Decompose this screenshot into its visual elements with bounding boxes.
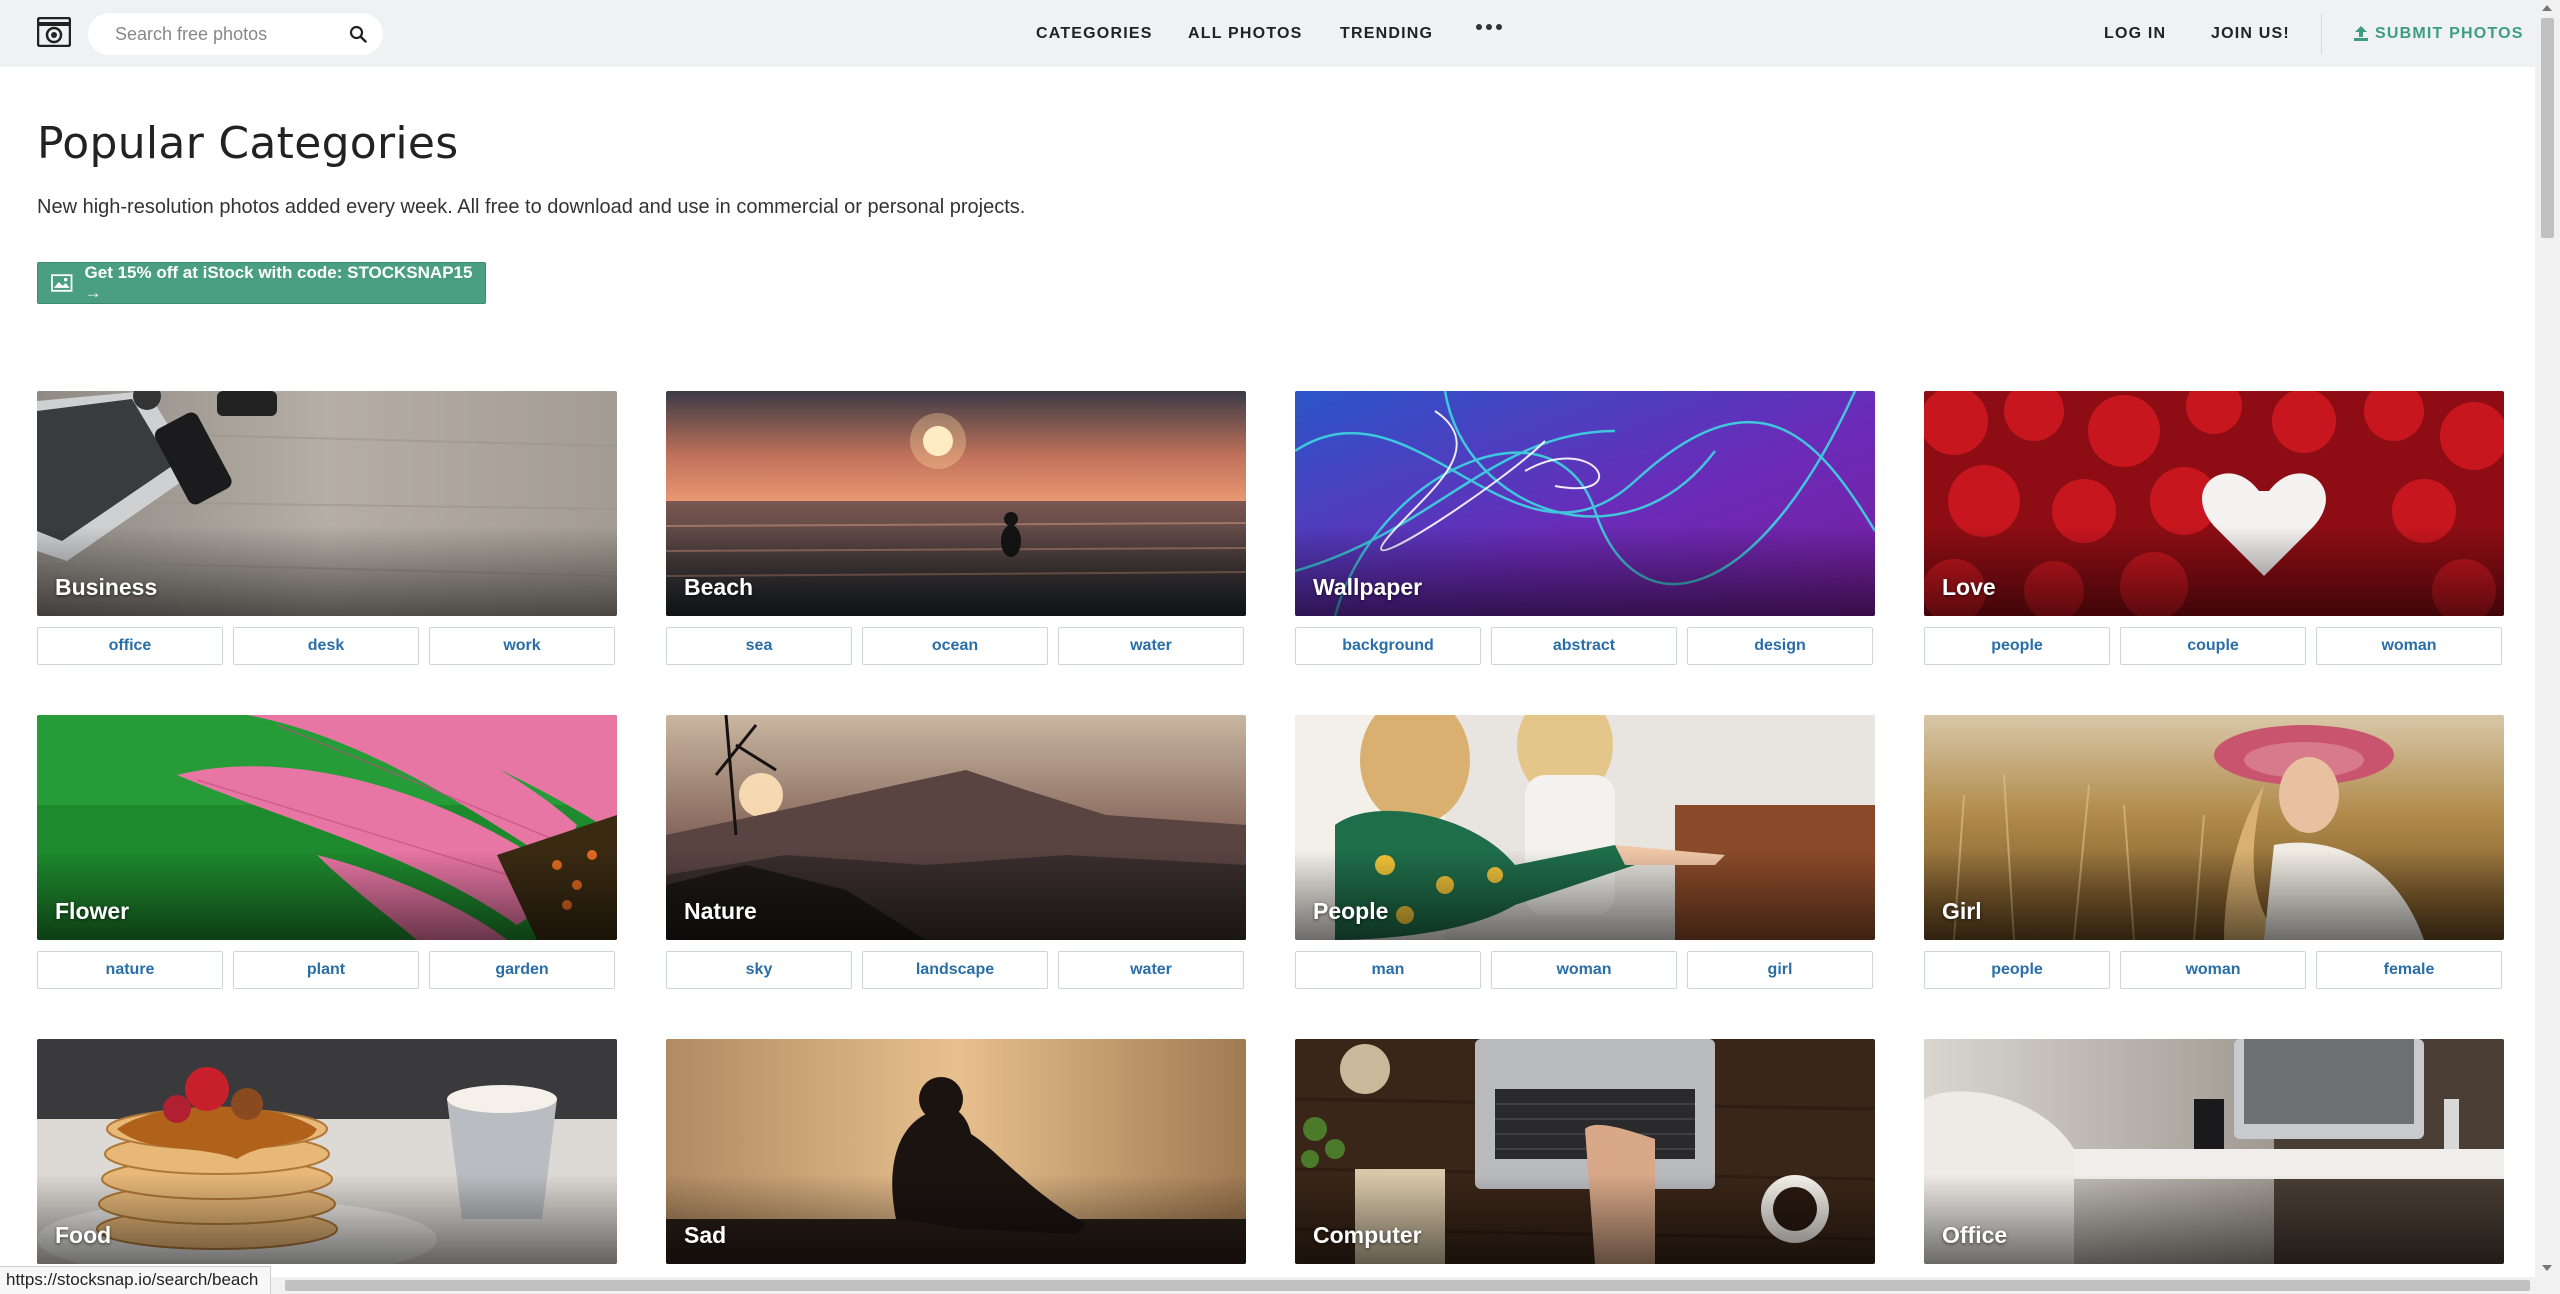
- tag-row: sea ocean water: [666, 627, 1246, 665]
- category-title[interactable]: Girl: [1942, 898, 1982, 925]
- tag-button[interactable]: design: [1687, 627, 1873, 665]
- search-box: [88, 13, 383, 55]
- tag-button[interactable]: female: [2316, 951, 2502, 989]
- link-status-url: https://stocksnap.io/search/beach: [0, 1266, 272, 1294]
- istock-promo-button[interactable]: Get 15% off at iStock with code: STOCKSN…: [37, 262, 486, 304]
- category-title[interactable]: Business: [55, 574, 157, 601]
- category-title[interactable]: Office: [1942, 1222, 2007, 1249]
- join-link[interactable]: JOIN US!: [2211, 0, 2290, 67]
- nav-divider: [2321, 14, 2322, 54]
- search-icon[interactable]: [349, 25, 367, 43]
- tag-button[interactable]: woman: [2316, 627, 2502, 665]
- tag-row: office desk work: [37, 627, 617, 665]
- tag-button[interactable]: background: [1295, 627, 1481, 665]
- category-title[interactable]: Nature: [684, 898, 757, 925]
- horizontal-scroll-thumb[interactable]: [285, 1280, 2530, 1291]
- category-title[interactable]: Flower: [55, 898, 129, 925]
- join-label: JOIN US!: [2211, 24, 2290, 42]
- category-image-girl[interactable]: [1924, 715, 2504, 940]
- tag-button[interactable]: woman: [1491, 951, 1677, 989]
- tag-button[interactable]: water: [1058, 951, 1244, 989]
- tag-button[interactable]: abstract: [1491, 627, 1677, 665]
- category-image-sad[interactable]: [666, 1039, 1246, 1264]
- tag-button[interactable]: office: [37, 627, 223, 665]
- tag-button[interactable]: nature: [37, 951, 223, 989]
- tag-row: people woman female: [1924, 951, 2504, 989]
- category-title[interactable]: Computer: [1313, 1222, 1422, 1249]
- page-subtitle: New high-resolution photos added every w…: [37, 196, 1026, 218]
- category-title[interactable]: Love: [1942, 574, 1996, 601]
- tag-row: background abstract design: [1295, 627, 1875, 665]
- category-title[interactable]: People: [1313, 898, 1388, 925]
- tag-button[interactable]: plant: [233, 951, 419, 989]
- camera-logo-icon[interactable]: [37, 17, 71, 47]
- upload-icon: [2354, 26, 2368, 41]
- tag-button[interactable]: woman: [2120, 951, 2306, 989]
- promo-label: Get 15% off at iStock with code: STOCKSN…: [84, 263, 473, 302]
- nav-categories-label: CATEGORIES: [1036, 24, 1153, 42]
- category-title[interactable]: Beach: [684, 574, 753, 601]
- more-dots-icon[interactable]: [1476, 24, 1502, 30]
- vertical-scroll-thumb[interactable]: [2541, 18, 2554, 238]
- category-title[interactable]: Wallpaper: [1313, 574, 1422, 601]
- category-title[interactable]: Sad: [684, 1222, 726, 1249]
- nav-all-photos-label: ALL PHOTOS: [1188, 24, 1303, 42]
- page-title: Popular Categories: [37, 118, 459, 169]
- nav-categories[interactable]: CATEGORIES: [1036, 0, 1153, 67]
- tag-button[interactable]: sky: [666, 951, 852, 989]
- tag-button[interactable]: work: [429, 627, 615, 665]
- nav-trending[interactable]: TRENDING: [1340, 0, 1433, 67]
- top-navbar: CATEGORIES ALL PHOTOS TRENDING LOG IN JO…: [0, 0, 2535, 67]
- tag-button[interactable]: sea: [666, 627, 852, 665]
- tag-button[interactable]: people: [1924, 951, 2110, 989]
- tag-row: nature plant garden: [37, 951, 617, 989]
- login-link[interactable]: LOG IN: [2104, 0, 2166, 67]
- tag-button[interactable]: landscape: [862, 951, 1048, 989]
- submit-photos-label: SUBMIT PHOTOS: [2375, 24, 2524, 42]
- tag-row: man woman girl: [1295, 951, 1875, 989]
- tag-button[interactable]: girl: [1687, 951, 1873, 989]
- category-image-food[interactable]: [37, 1039, 617, 1264]
- category-image-office[interactable]: [1924, 1039, 2504, 1264]
- search-input[interactable]: [115, 23, 335, 45]
- tag-button[interactable]: garden: [429, 951, 615, 989]
- nav-trending-label: TRENDING: [1340, 24, 1434, 42]
- tag-button[interactable]: man: [1295, 951, 1481, 989]
- nav-all-photos[interactable]: ALL PHOTOS: [1188, 0, 1303, 67]
- scroll-down-arrow-icon[interactable]: [2542, 1265, 2552, 1271]
- tag-button[interactable]: people: [1924, 627, 2110, 665]
- tag-button[interactable]: ocean: [862, 627, 1048, 665]
- scroll-up-arrow-icon[interactable]: [2542, 5, 2552, 11]
- login-label: LOG IN: [2104, 24, 2167, 42]
- tag-button[interactable]: couple: [2120, 627, 2306, 665]
- category-image-love[interactable]: [1924, 391, 2504, 616]
- tag-row: sky landscape water: [666, 951, 1246, 989]
- tag-button[interactable]: water: [1058, 627, 1244, 665]
- image-icon: [51, 274, 73, 292]
- category-title[interactable]: Food: [55, 1222, 111, 1249]
- tag-button[interactable]: desk: [233, 627, 419, 665]
- tag-row: people couple woman: [1924, 627, 2504, 665]
- submit-photos-link[interactable]: SUBMIT PHOTOS: [2354, 0, 2524, 67]
